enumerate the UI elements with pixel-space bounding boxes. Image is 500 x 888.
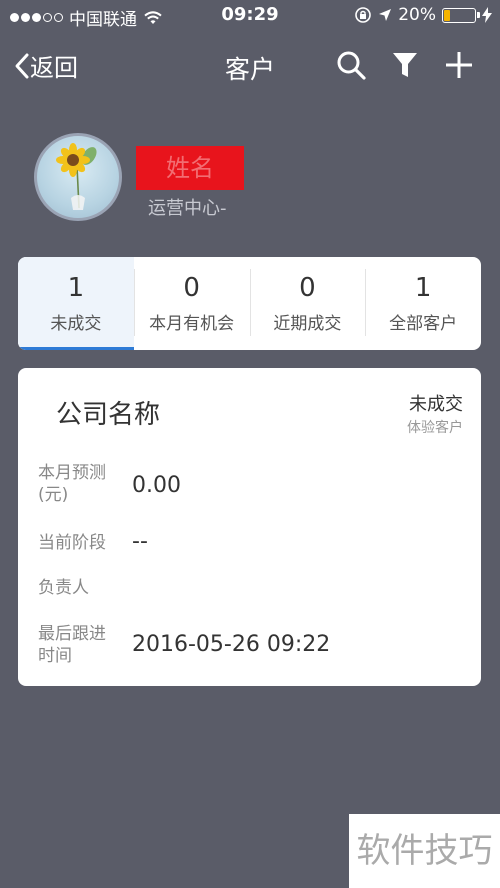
stage-label: 当前阶段	[38, 533, 106, 553]
tab-label: 未成交	[50, 314, 102, 334]
forecast-value: 0.00	[132, 473, 181, 498]
filter-icon[interactable]	[392, 50, 418, 80]
add-icon[interactable]	[444, 50, 474, 80]
tab-label: 本月有机会	[149, 314, 235, 334]
user-name: 姓名	[136, 146, 244, 190]
search-icon[interactable]	[336, 50, 366, 80]
stage-value: --	[132, 529, 148, 554]
watermark: 软件技巧	[349, 814, 500, 888]
tab-label: 近期成交	[273, 314, 342, 334]
status-bar: 中国联通 09:29 20%	[0, 0, 500, 34]
sunflower-icon	[56, 143, 97, 210]
tab-label: 全部客户	[389, 314, 458, 334]
rotation-lock-icon	[355, 7, 372, 23]
owner-label: 负责人	[38, 578, 89, 598]
deal-status: 未成交	[409, 394, 463, 415]
avatar[interactable]	[34, 133, 122, 221]
customer-card[interactable]: 公司名称 未成交 体验客户 本月预测(元) 0.00 当前阶段 -- 负责人 最…	[18, 368, 481, 686]
tab-this-month-opportunity[interactable]: 0 本月有机会	[133, 257, 250, 350]
battery-icon	[442, 7, 480, 23]
status-right: 20%	[354, 5, 492, 25]
last-followup-label: 最后跟进时间	[38, 624, 106, 666]
last-followup-value: 2016-05-26 09:22	[132, 632, 331, 657]
tab-not-closed[interactable]: 1 未成交	[18, 257, 134, 350]
tab-count: 1	[414, 273, 432, 303]
customer-type: 体验客户	[407, 420, 463, 436]
nav-bar: 返回 客户	[0, 34, 500, 98]
company-name: 公司名称	[56, 400, 161, 430]
battery-percent: 20%	[398, 5, 436, 25]
charging-bolt-icon	[482, 7, 492, 23]
tab-all-customers[interactable]: 1 全部客户	[365, 257, 481, 350]
forecast-label: 本月预测(元)	[38, 463, 106, 505]
location-arrow-icon	[379, 9, 392, 21]
tab-recent-deals[interactable]: 0 近期成交	[249, 257, 366, 350]
tab-count: 1	[67, 273, 85, 303]
tab-count: 0	[183, 273, 200, 303]
tab-count: 0	[299, 273, 316, 303]
customer-tabs: 1 未成交 0 本月有机会 0 近期成交 1 全部客户	[18, 257, 481, 350]
nav-actions	[336, 50, 474, 80]
user-department: 运营中心-	[148, 198, 227, 219]
